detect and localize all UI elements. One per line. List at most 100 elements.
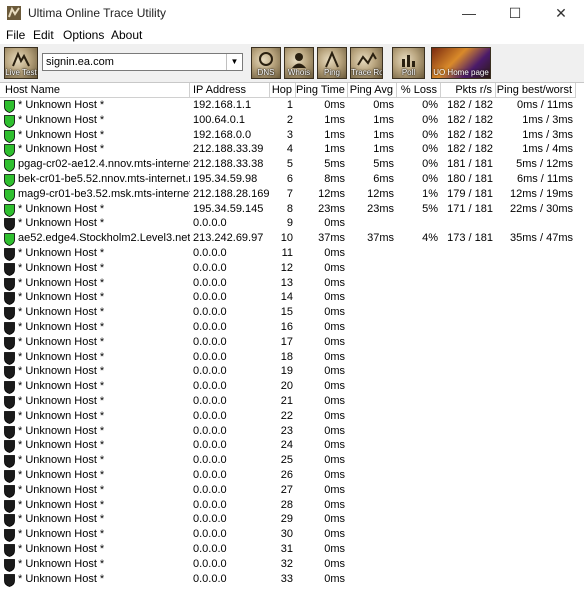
cell-ip-address: 0.0.0.0 [193,276,227,289]
menu-edit[interactable]: Edit [33,28,54,42]
col-header-ping-time[interactable]: Ping Time [296,83,348,98]
table-row[interactable]: * Unknown Host * 100.64.0.1 2 1ms 1ms 0% 182 /… [0,114,584,129]
table-row[interactable]: pgag-cr02-ae12.4.nnov.mts-internet.net21… [0,158,584,173]
table-row[interactable]: * Unknown Host * 0.0.0.0 28 0ms [0,499,584,514]
status-down-shield-icon [4,544,15,557]
cell-ping-time: 8ms [324,173,345,185]
table-row[interactable]: * Unknown Host * 0.0.0.0 21 0ms [0,395,584,410]
trace-route-button[interactable]: Trace Route [350,47,383,79]
table-row[interactable]: * Unknown Host * 0.0.0.0 26 0ms [0,469,584,484]
table-row[interactable]: mag9-cr01-be3.52.msk.mts-internet.net212… [0,188,584,203]
menu-file[interactable]: File [6,28,25,42]
cell-ping-time: 1ms [324,143,345,156]
cell-ip-address: 0.0.0.0 [193,395,227,407]
table-row[interactable]: * Unknown Host * 0.0.0.0 31 0ms [0,543,584,558]
table-row[interactable]: * Unknown Host * 0.0.0.0 12 0ms [0,262,584,277]
status-ok-shield-icon [4,174,15,187]
cell-ping-time: 0ms [324,276,345,289]
col-header-ip-address[interactable]: IP Address [190,83,270,98]
table-row[interactable]: * Unknown Host * 0.0.0.0 27 0ms [0,484,584,499]
menu-about[interactable]: About [111,28,142,42]
ping-icon [325,51,339,68]
table-row[interactable]: * Unknown Host * 195.34.59.145 8 23ms 23ms 5%… [0,203,584,218]
table-row[interactable]: * Unknown Host * 0.0.0.0 13 0ms [0,277,584,292]
table-row[interactable]: ae52.edge4.Stockholm2.Level3.net 213.242.… [0,232,584,247]
dns-button[interactable]: DNS [251,47,281,79]
cell-ping-time: 1ms [324,128,345,141]
table-row[interactable]: * Unknown Host * 0.0.0.0 24 0ms [0,439,584,454]
col-header-host-name[interactable]: Host Name [0,83,190,98]
chevron-down-icon[interactable]: ▼ [226,54,242,70]
cell-host-name: * Unknown Host * [18,409,105,422]
cell-hop: 27 [280,483,293,496]
col-header-loss[interactable]: % Loss [397,83,441,98]
cell-ip-address: 100.64.0.1 [193,113,245,126]
cell-host-name: * Unknown Host * [18,543,105,555]
status-down-shield-icon [4,484,15,498]
table-row[interactable]: * Unknown Host * 0.0.0.0 30 0ms [0,528,584,543]
ping-button[interactable]: Ping [317,47,347,79]
col-header-hop[interactable]: Hop [270,83,296,98]
status-down-shield-icon [4,262,15,276]
cell-ip-address: 0.0.0.0 [193,424,227,437]
host-combobox[interactable]: signin.ea.com ▼ [42,53,243,71]
whois-icon [292,53,306,68]
cell-loss: 0% [422,143,438,156]
live-test-button[interactable]: Live Test [4,47,38,79]
status-down-shield-icon [4,322,15,335]
cell-ping-avg: 5ms [373,158,394,171]
uo-homepage-button[interactable]: UO Home page [431,47,491,79]
table-row[interactable]: * Unknown Host * 0.0.0.0 11 0ms [0,247,584,262]
cell-ping-time: 5ms [324,158,345,171]
table-row[interactable]: * Unknown Host * 0.0.0.0 14 0ms [0,291,584,306]
table-row[interactable]: * Unknown Host * 0.0.0.0 22 0ms [0,410,584,425]
poll-button[interactable]: Poll [392,47,425,79]
table-row[interactable]: * Unknown Host * 0.0.0.0 20 0ms [0,380,584,395]
col-header-pkts[interactable]: Pkts r/s [441,83,496,98]
cell-hop: 15 [280,306,293,319]
cell-ping-time: 37ms [318,232,345,245]
col-header-ping-avg[interactable]: Ping Avg [348,83,397,98]
cell-ip-address: 0.0.0.0 [193,350,227,363]
table-row[interactable]: * Unknown Host * 0.0.0.0 15 0ms [0,306,584,321]
table-row[interactable]: * Unknown Host * 192.168.1.1 1 0ms 0ms 0% 182 … [0,99,584,114]
cell-ip-address: 212.188.28.169 [193,187,270,200]
table-row[interactable]: * Unknown Host * 212.188.33.39 4 1ms 1ms 0% 18… [0,143,584,158]
cell-ping-time: 0ms [324,335,345,348]
cell-ping-best-worst: 1ms / 3ms [522,113,573,126]
cell-ping-time: 0ms [324,454,345,467]
table-row[interactable]: bek-cr01-be5.52.nnov.mts-internet.net 195… [0,173,584,188]
table-row[interactable]: * Unknown Host * 0.0.0.0 29 0ms [0,513,584,528]
cell-ping-time: 23ms [318,202,345,215]
table-row[interactable]: * Unknown Host * 0.0.0.0 19 0ms [0,365,584,380]
cell-ping-best-worst: 0ms / 11ms [516,99,573,111]
status-ok-shield-icon [4,233,15,247]
table-row[interactable]: * Unknown Host * 0.0.0.0 25 0ms [0,454,584,469]
close-button[interactable]: ✕ [538,0,584,26]
table-row[interactable]: * Unknown Host * 0.0.0.0 16 0ms [0,321,584,336]
cell-hop: 4 [286,143,293,156]
minimize-button[interactable]: — [446,0,492,26]
maximize-button[interactable]: ☐ [492,0,538,26]
cell-ping-time: 0ms [324,350,345,363]
table-row[interactable]: * Unknown Host * 0.0.0.0 33 0ms [0,573,584,588]
cell-host-name: * Unknown Host * [18,513,105,526]
table-row[interactable]: * Unknown Host * 0.0.0.0 18 0ms [0,351,584,366]
menu-options[interactable]: Options [63,28,104,42]
table-row[interactable]: * Unknown Host * 0.0.0.0 9 0ms [0,217,584,232]
whois-button[interactable]: Whois [284,47,314,79]
cell-hop: 10 [280,232,293,245]
cell-hop: 19 [280,365,293,378]
cell-ping-time: 0ms [324,469,345,481]
table-row[interactable]: * Unknown Host * 0.0.0.0 32 0ms [0,558,584,573]
table-row[interactable]: * Unknown Host * 0.0.0.0 23 0ms [0,425,584,440]
col-header-ping-best-worst[interactable]: Ping best/worst [496,83,576,98]
cell-host-name: * Unknown Host * [18,365,105,378]
cell-pkts: 182 / 182 [447,128,493,141]
table-row[interactable]: * Unknown Host * 192.168.0.0 3 1ms 1ms 0% 182 … [0,129,584,144]
cell-ping-time: 1ms [324,113,345,126]
app-icon [7,6,21,20]
host-input[interactable]: signin.ea.com [46,56,114,68]
table-row[interactable]: * Unknown Host * 0.0.0.0 17 0ms [0,336,584,351]
cell-ping-time: 0ms [324,498,345,511]
